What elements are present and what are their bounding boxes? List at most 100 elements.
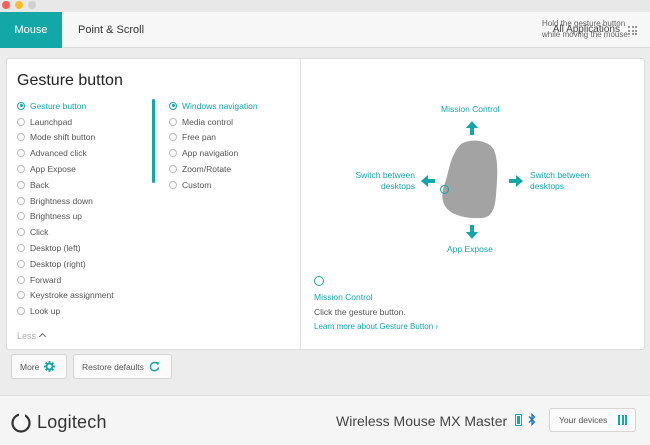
option-label: Windows navigation <box>182 100 258 111</box>
selected-action-title: Mission Control <box>314 292 373 302</box>
mouse-illustration <box>442 140 498 219</box>
panel-divider <box>300 59 301 349</box>
radio-icon <box>169 165 177 174</box>
gesture-type-list: Windows navigation Media control Free pa… <box>169 98 258 193</box>
radio-icon <box>17 212 25 221</box>
option-click[interactable]: Click <box>17 224 114 240</box>
close-window-button[interactable] <box>2 1 10 9</box>
radio-icon <box>17 117 25 126</box>
option-gesture-button[interactable]: Gesture button <box>17 98 114 114</box>
radio-icon <box>17 133 25 142</box>
option-launchpad[interactable]: Launchpad <box>17 114 114 130</box>
option-label: Brightness up <box>30 211 82 222</box>
option-label: Gesture button <box>30 100 87 111</box>
label-down: App Expose <box>447 244 493 254</box>
option-custom[interactable]: Custom <box>169 177 258 193</box>
option-keystroke[interactable]: Keystroke assignment <box>17 288 114 304</box>
list-scrollbar[interactable] <box>152 99 155 183</box>
option-label: Launchpad <box>30 116 73 127</box>
radio-icon <box>17 196 25 205</box>
label-up: Mission Control <box>441 104 500 114</box>
logitech-logo-icon <box>11 412 31 433</box>
option-brightness-down[interactable]: Brightness down <box>17 193 114 209</box>
option-desktop-right[interactable]: Desktop (right) <box>17 256 114 272</box>
your-devices-button[interactable]: Your devices <box>549 408 636 432</box>
option-label: App Expose <box>30 164 76 175</box>
option-label: Media control <box>182 116 234 127</box>
radio-icon <box>17 165 25 174</box>
panel-title: Gesture button <box>17 72 123 89</box>
selected-action-icon <box>314 276 324 286</box>
radio-icon <box>17 228 25 237</box>
action-list: Gesture button Launchpad Mode shift butt… <box>17 98 114 319</box>
label-left-line1: Switch between <box>355 170 415 180</box>
brand-name: Logitech <box>37 412 107 432</box>
learn-more-label: Learn more about Gesture Button <box>314 322 434 331</box>
option-back[interactable]: Back <box>17 177 114 193</box>
radio-icon <box>169 180 177 189</box>
arrow-left-icon <box>421 175 435 187</box>
option-app-navigation[interactable]: App navigation <box>169 145 258 161</box>
radio-icon <box>17 259 25 268</box>
battery-icon <box>515 414 522 426</box>
option-label: Mode shift button <box>30 132 96 143</box>
option-media-control[interactable]: Media control <box>169 114 258 130</box>
label-left-line2: desktops <box>380 181 415 191</box>
option-mode-shift[interactable]: Mode shift button <box>17 130 114 146</box>
radio-icon <box>17 291 25 300</box>
option-label: Click <box>30 227 49 238</box>
option-windows-navigation[interactable]: Windows navigation <box>169 98 258 114</box>
option-label: Free pan <box>182 132 217 143</box>
more-button[interactable]: More <box>11 354 67 379</box>
radio-icon <box>17 244 25 253</box>
learn-more-link[interactable]: Learn more about Gesture Button › <box>314 322 438 331</box>
bluetooth-icon <box>528 413 536 426</box>
restore-defaults-button[interactable]: Restore defaults <box>73 354 172 379</box>
option-advanced-click[interactable]: Advanced click <box>17 145 114 161</box>
gesture-button-marker <box>440 185 449 194</box>
more-label: More <box>20 361 40 372</box>
footer: Logitech Wireless Mouse MX Master Your d… <box>0 395 650 445</box>
chevron-up-icon <box>38 332 47 341</box>
option-look-up[interactable]: Look up <box>17 303 114 319</box>
radio-icon <box>17 149 25 158</box>
option-desktop-left[interactable]: Desktop (left) <box>17 240 114 256</box>
reset-icon <box>149 361 160 372</box>
option-free-pan[interactable]: Free pan <box>169 130 258 146</box>
zoom-window-button[interactable] <box>28 1 36 9</box>
logitech-logo: Logitech <box>11 412 107 433</box>
option-label: App navigation <box>182 148 239 159</box>
option-app-expose[interactable]: App Expose <box>17 161 114 177</box>
label-right-line2: desktops <box>530 181 565 191</box>
radio-selected-icon <box>17 101 25 110</box>
option-label: Keystroke assignment <box>30 290 114 301</box>
label-right-line1: Switch between <box>530 170 590 180</box>
option-label: Brightness down <box>30 195 93 206</box>
radio-icon <box>17 275 25 284</box>
label-right: Switch between desktops <box>530 170 590 192</box>
option-label: Desktop (right) <box>30 258 86 269</box>
radio-icon <box>169 117 177 126</box>
arrow-right-icon <box>509 175 523 187</box>
option-label: Forward <box>30 274 62 285</box>
window-titlebar <box>0 0 650 12</box>
minimize-window-button[interactable] <box>15 1 23 9</box>
option-zoom-rotate[interactable]: Zoom/Rotate <box>169 161 258 177</box>
radio-icon <box>169 149 177 158</box>
tab-mouse[interactable]: Mouse <box>0 12 62 48</box>
option-label: Zoom/Rotate <box>182 164 232 175</box>
option-label: Back <box>30 179 49 190</box>
gesture-hint: Hold the gesture button while moving the… <box>542 19 631 39</box>
radio-icon <box>169 133 177 142</box>
radio-selected-icon <box>169 101 177 110</box>
option-label: Desktop (left) <box>30 243 81 254</box>
arrow-up-icon <box>466 121 478 135</box>
tab-point-scroll[interactable]: Point & Scroll <box>78 12 144 48</box>
option-brightness-up[interactable]: Brightness up <box>17 209 114 225</box>
less-label: Less <box>17 331 37 341</box>
radio-icon <box>17 307 25 316</box>
option-forward[interactable]: Forward <box>17 272 114 288</box>
option-label: Custom <box>182 179 212 190</box>
selected-action-description: Click the gesture button. <box>314 307 406 317</box>
less-toggle[interactable]: Less <box>17 331 47 341</box>
